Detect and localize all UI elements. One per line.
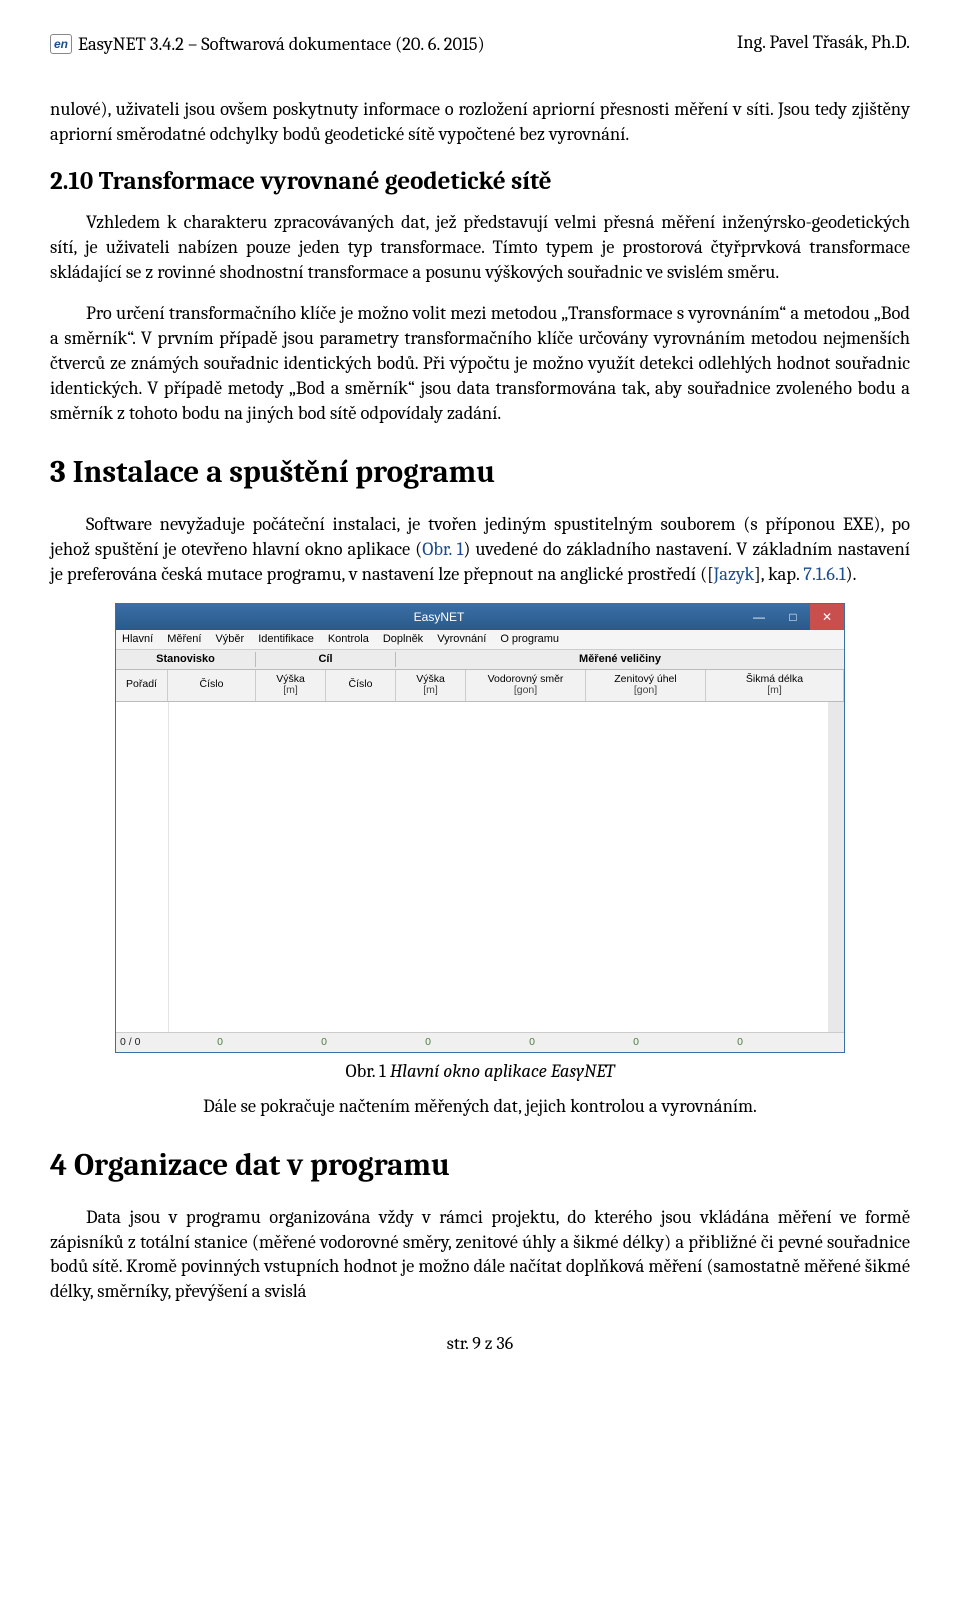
status-cell-1: 0: [168, 1035, 272, 1049]
menu-oprogramu[interactable]: O programu: [500, 632, 559, 647]
col-cislo-cil: Číslo: [326, 670, 396, 701]
paragraph-3: Software nevyžaduje počáteční instalaci,…: [50, 512, 910, 587]
doc-title: EasyNET 3.4.2 – Softwarová dokumentace (…: [78, 32, 485, 57]
group-cil: Cíl: [256, 652, 396, 667]
status-cell-6: 0: [688, 1035, 792, 1049]
status-cell-2: 0: [272, 1035, 376, 1049]
paragraph-2-10-a-text: Vzhledem k charakteru zpracovávaných dat…: [50, 211, 910, 283]
paragraph-3-part-d: ).: [846, 563, 857, 585]
figure-caption-number: Obr. 1: [346, 1060, 390, 1082]
heading-3: 3 Instalace a spuštění programu: [50, 452, 910, 494]
group-stanovisko: Stanovisko: [116, 652, 256, 667]
col-zenitovy-uhel: Zenitový úhel[gon]: [586, 670, 706, 701]
window-title: EasyNET: [136, 609, 742, 625]
figure-1-caption: Obr. 1 Hlavní okno aplikace EasyNET: [50, 1059, 910, 1084]
heading-4: 4 Organizace dat v programu: [50, 1145, 910, 1187]
grid-group-header: Stanovisko Cíl Měřené veličiny: [116, 650, 844, 670]
status-count: 0 / 0: [116, 1035, 168, 1049]
menu-doplnek[interactable]: Doplněk: [383, 632, 423, 647]
header-left: en EasyNET 3.4.2 – Softwarová dokumentac…: [50, 32, 485, 57]
col-poradi: Pořadí: [116, 670, 168, 701]
menu-vyrovnani[interactable]: Vyrovnání: [437, 632, 486, 647]
menu-kontrola[interactable]: Kontrola: [328, 632, 369, 647]
col-vyska-cil: Výška[m]: [396, 670, 466, 701]
paragraph-2-10-b: Pro určení transformačního klíče je možn…: [50, 301, 910, 426]
paragraph-2-10-a: Vzhledem k charakteru zpracovávaných dat…: [50, 210, 910, 285]
close-button[interactable]: ✕: [810, 604, 844, 630]
page-footer: str. 9 z 36: [50, 1332, 910, 1356]
menu-vyber[interactable]: Výběr: [215, 632, 244, 647]
menu-mereni[interactable]: Měření: [167, 632, 201, 647]
doc-author: Ing. Pavel Třasák, Ph.D.: [737, 30, 910, 55]
figure-caption-text: Hlavní okno aplikace EasyNET: [390, 1060, 615, 1082]
menu-identifikace[interactable]: Identifikace: [258, 632, 314, 647]
paragraph-4: Data jsou v programu organizována vždy v…: [50, 1205, 910, 1305]
heading-2-10: 2.10 Transformace vyrovnané geodetické s…: [50, 165, 910, 199]
embedded-app-window: EasyNET — □ ✕ Hlavní Měření Výběr Identi…: [115, 603, 845, 1053]
menubar: Hlavní Měření Výběr Identifikace Kontrol…: [116, 630, 844, 650]
paragraph-after-figure: Dále se pokračuje načtením měřených dat,…: [50, 1094, 910, 1119]
status-cell-5: 0: [584, 1035, 688, 1049]
link-chapter-7161[interactable]: 7.1.6.1: [803, 563, 845, 585]
maximize-button[interactable]: □: [776, 604, 810, 630]
menu-hlavni[interactable]: Hlavní: [122, 632, 153, 647]
statusbar: 0 / 0 0 0 0 0 0 0: [116, 1032, 844, 1052]
app-logo-icon: en: [50, 34, 72, 54]
status-cell-3: 0: [376, 1035, 480, 1049]
minimize-button[interactable]: —: [742, 604, 776, 630]
window-titlebar: EasyNET — □ ✕: [116, 604, 844, 630]
link-fig1[interactable]: Obr. 1: [422, 538, 463, 560]
paragraph-3-part-c: ], kap.: [754, 563, 803, 585]
col-vyska-stan: Výška[m]: [256, 670, 326, 701]
link-jazyk[interactable]: Jazyk: [714, 563, 755, 585]
paragraph-2-10-b-text: Pro určení transformačního klíče je možn…: [50, 302, 910, 424]
grid-column-header: Pořadí Číslo Výška[m] Číslo Výška[m] Vod…: [116, 670, 844, 702]
page-header: en EasyNET 3.4.2 – Softwarová dokumentac…: [50, 30, 910, 57]
col-sikma-delka: Šikmá délka[m]: [706, 670, 844, 701]
col-cislo-stan: Číslo: [168, 670, 256, 701]
paragraph-4-text: Data jsou v programu organizována vždy v…: [50, 1206, 910, 1303]
col-vodorovny-smer: Vodorovný směr[gon]: [466, 670, 586, 701]
group-veliciny: Měřené veličiny: [396, 652, 844, 667]
window-control-buttons: — □ ✕: [742, 604, 844, 630]
grid-body-empty[interactable]: [116, 702, 844, 1032]
paragraph-continuation: nulové), uživateli jsou ovšem poskytnuty…: [50, 97, 910, 147]
status-cell-4: 0: [480, 1035, 584, 1049]
